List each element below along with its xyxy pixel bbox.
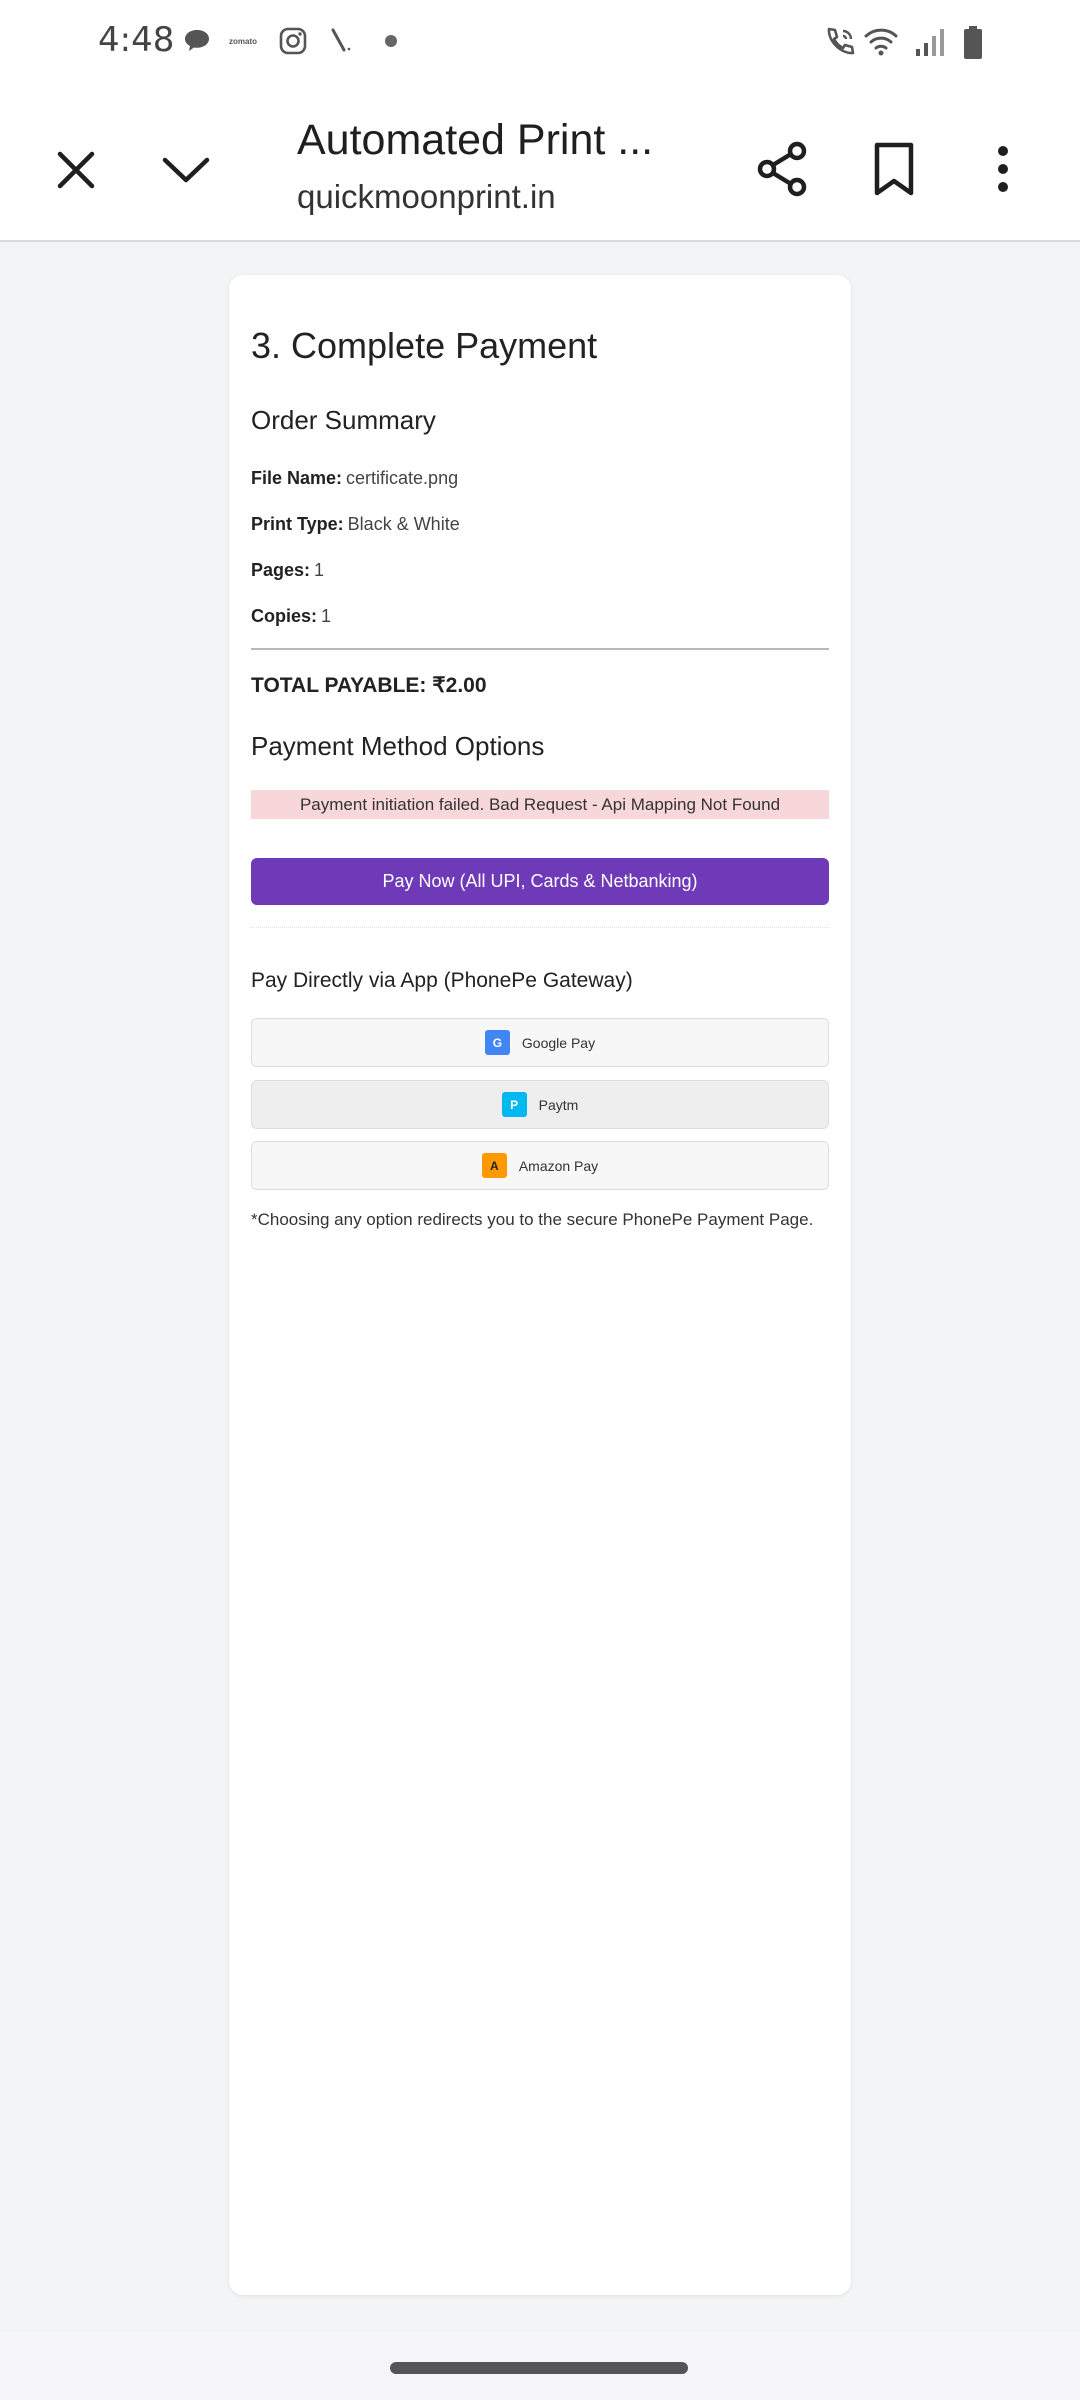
summary-row-copies: Copies: 1 <box>251 606 331 627</box>
total-label: TOTAL PAYABLE: <box>251 674 427 697</box>
summary-label: Copies: <box>251 606 318 626</box>
share-icon[interactable] <box>752 136 814 202</box>
summary-value: Black & White <box>347 514 460 534</box>
page-url[interactable]: quickmoonprint.in <box>297 178 556 216</box>
order-summary-heading: Order Summary <box>251 405 436 435</box>
total-payable: TOTAL PAYABLE: ₹2.00 <box>251 673 487 698</box>
pen-icon <box>326 24 360 58</box>
more-vert-icon[interactable] <box>976 136 1030 202</box>
total-value: ₹2.00 <box>432 674 487 697</box>
chat-bubble-icon <box>180 24 214 58</box>
instagram-icon <box>276 24 310 58</box>
page-title: Automated Print ... <box>297 116 654 164</box>
pay-directly-heading: Pay Directly via App (PhonePe Gateway) <box>251 969 633 992</box>
pay-now-button[interactable]: Pay Now (All UPI, Cards & Netbanking) <box>251 858 829 905</box>
google-pay-icon: G <box>484 1030 510 1055</box>
browser-toolbar: Automated Print ... quickmoonprint.in <box>0 86 1080 242</box>
close-icon[interactable] <box>46 140 106 200</box>
chevron-down-icon[interactable] <box>156 140 216 200</box>
amazon-pay-button[interactable]: A Amazon Pay <box>251 1141 829 1190</box>
summary-label: Print Type: <box>251 514 344 534</box>
summary-row-print-type: Print Type: Black & White <box>251 514 460 535</box>
paytm-button[interactable]: P Paytm <box>251 1080 829 1129</box>
dot-icon <box>376 24 406 58</box>
status-bar: 4:48 zomato <box>0 0 1080 86</box>
summary-value: certificate.png <box>346 468 459 488</box>
error-alert: Payment initiation failed. Bad Request -… <box>251 790 829 819</box>
summary-row-pages: Pages: 1 <box>251 560 324 581</box>
app-button-label: Amazon Pay <box>518 1157 599 1174</box>
wifi-calling-icon <box>822 24 858 60</box>
app-button-label: Paytm <box>538 1096 579 1113</box>
signal-icon <box>912 24 948 60</box>
payment-card: 3. Complete Payment Order Summary File N… <box>229 275 851 2295</box>
step-heading: 3. Complete Payment <box>251 325 598 366</box>
status-time: 4:48 <box>98 20 175 60</box>
navigation-bar <box>0 2332 1080 2400</box>
paytm-icon: P <box>501 1092 527 1117</box>
payment-method-heading: Payment Method Options <box>251 731 545 761</box>
section-divider <box>251 927 829 928</box>
wifi-icon <box>862 24 900 60</box>
zomato-icon: zomato <box>229 36 257 46</box>
summary-value: 1 <box>321 606 332 626</box>
summary-row-file-name: File Name: certificate.png <box>251 468 458 489</box>
redirect-note: *Choosing any option redirects you to th… <box>251 1210 814 1229</box>
app-button-label: Google Pay <box>521 1034 596 1051</box>
summary-label: Pages: <box>251 560 311 580</box>
amazon-pay-icon: A <box>481 1153 507 1178</box>
bookmark-icon[interactable] <box>864 136 924 202</box>
summary-value: 1 <box>314 560 325 580</box>
battery-icon <box>958 24 988 62</box>
google-pay-button[interactable]: G Google Pay <box>251 1018 829 1067</box>
summary-divider <box>251 648 829 650</box>
home-gesture-handle[interactable] <box>390 2362 688 2374</box>
summary-label: File Name: <box>251 468 343 488</box>
